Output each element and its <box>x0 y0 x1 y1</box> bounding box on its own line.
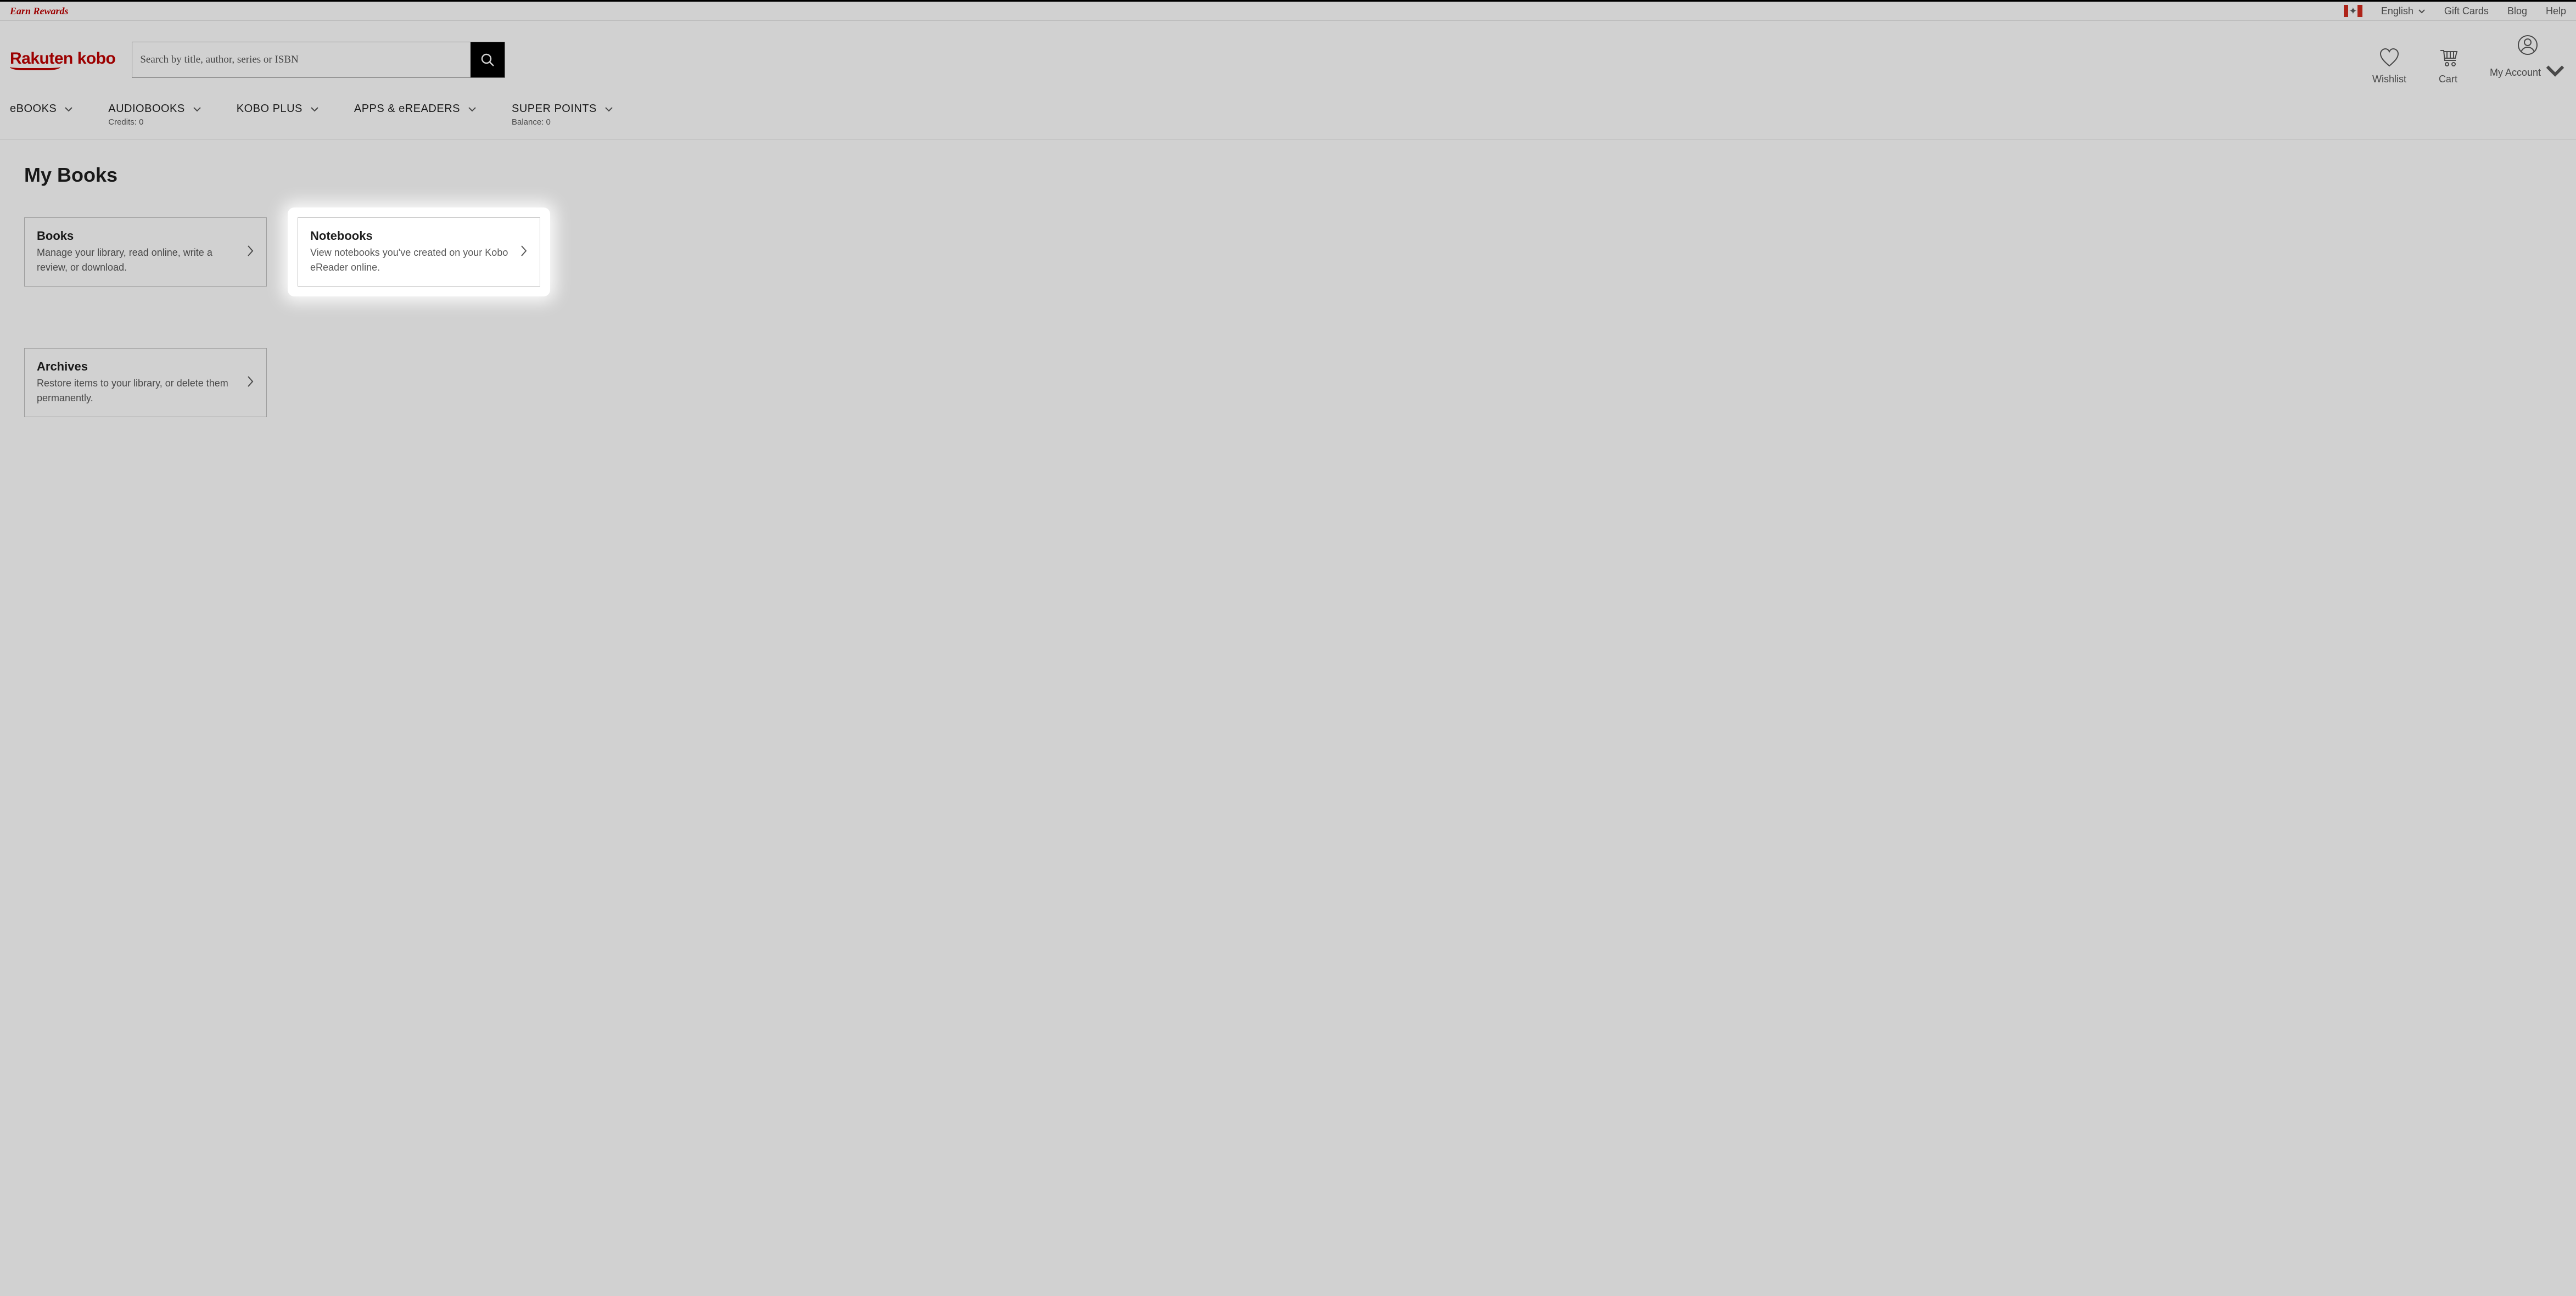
earn-rewards-link[interactable]: Earn Rewards <box>10 5 69 17</box>
nav-apps-label: APPS & eREADERS <box>354 103 460 115</box>
flag-white: ✦ <box>2348 5 2357 17</box>
nav-audiobooks[interactable]: AUDIOBOOKS Credits: 0 <box>108 103 201 127</box>
chevron-down-icon <box>64 103 73 115</box>
chevron-down-icon <box>604 103 613 115</box>
nav-ebooks-label: eBOOKS <box>10 103 57 115</box>
card-notebooks[interactable]: Notebooks View notebooks you've created … <box>298 217 540 287</box>
card-archives-desc: Restore items to your library, or delete… <box>37 376 237 406</box>
logo[interactable]: Rakuten kobo <box>10 49 115 70</box>
card-grid: Books Manage your library, read online, … <box>24 217 595 417</box>
account-button[interactable]: My Account <box>2490 34 2566 85</box>
card-archives-title: Archives <box>37 360 237 374</box>
nav-ebooks[interactable]: eBOOKS <box>10 103 73 127</box>
card-books-title: Books <box>37 229 237 243</box>
flag-red-left <box>2344 5 2349 17</box>
nav-apps[interactable]: APPS & eREADERS <box>354 103 477 127</box>
gift-cards-link[interactable]: Gift Cards <box>2444 5 2489 17</box>
cart-button[interactable]: Cart <box>2437 47 2459 85</box>
header: Rakuten kobo Wishlist Car <box>0 21 2576 95</box>
search-input[interactable] <box>132 42 471 77</box>
cart-label: Cart <box>2439 74 2457 85</box>
user-icon <box>2517 34 2539 56</box>
flag-red-right <box>2357 5 2362 17</box>
card-books-desc: Manage your library, read online, write … <box>37 245 237 275</box>
highlight-notebooks: Notebooks View notebooks you've created … <box>288 207 550 296</box>
nav-kobo-plus[interactable]: KOBO PLUS <box>237 103 319 127</box>
wishlist-label: Wishlist <box>2372 74 2406 85</box>
country-flag-canada[interactable]: ✦ <box>2344 5 2362 17</box>
chevron-right-icon <box>520 245 528 260</box>
card-notebooks-title: Notebooks <box>310 229 510 243</box>
chevron-down-icon <box>2544 60 2566 85</box>
main-nav: eBOOKS AUDIOBOOKS Credits: 0 KOBO PLUS A… <box>0 95 2576 139</box>
nav-kobo-plus-label: KOBO PLUS <box>237 103 303 115</box>
chevron-down-icon <box>310 103 319 115</box>
nav-audiobooks-label: AUDIOBOOKS <box>108 103 184 115</box>
nav-audiobooks-sub: Credits: 0 <box>108 117 201 127</box>
nav-super-points-label: SUPER POINTS <box>512 103 597 115</box>
help-link[interactable]: Help <box>2546 5 2566 17</box>
account-label-row: My Account <box>2490 60 2566 85</box>
chevron-right-icon <box>247 245 254 260</box>
logo-text: Rakuten kobo <box>10 49 115 68</box>
card-text: Books Manage your library, read online, … <box>37 229 247 275</box>
chevron-right-icon <box>247 375 254 390</box>
header-actions: Wishlist Cart My Account <box>2372 34 2566 85</box>
card-text: Archives Restore items to your library, … <box>37 360 247 406</box>
logo-underline <box>10 67 60 70</box>
nav-super-points-sub: Balance: 0 <box>512 117 613 127</box>
promo-right: ✦ English Gift Cards Blog Help <box>2344 5 2566 17</box>
chevron-down-icon <box>2418 5 2426 17</box>
content: My Books Books Manage your library, read… <box>0 139 2576 441</box>
card-text: Notebooks View notebooks you've created … <box>310 229 520 275</box>
card-notebooks-desc: View notebooks you've created on your Ko… <box>310 245 510 275</box>
page-title: My Books <box>24 164 2552 187</box>
account-label: My Account <box>2490 67 2541 78</box>
chevron-down-icon <box>468 103 477 115</box>
language-label: English <box>2381 5 2413 17</box>
wishlist-button[interactable]: Wishlist <box>2372 47 2406 85</box>
maple-leaf-icon: ✦ <box>2349 6 2357 16</box>
cart-icon <box>2437 47 2459 69</box>
heart-icon <box>2378 47 2400 69</box>
nav-super-points[interactable]: SUPER POINTS Balance: 0 <box>512 103 613 127</box>
search-icon <box>480 52 495 68</box>
card-archives[interactable]: Archives Restore items to your library, … <box>24 348 267 417</box>
search-bar <box>132 42 505 78</box>
search-button[interactable] <box>471 42 505 77</box>
chevron-down-icon <box>193 103 201 115</box>
card-books[interactable]: Books Manage your library, read online, … <box>24 217 267 287</box>
language-selector[interactable]: English <box>2381 5 2426 17</box>
promo-bar: Earn Rewards ✦ English Gift Cards Blog H… <box>0 2 2576 21</box>
blog-link[interactable]: Blog <box>2507 5 2527 17</box>
